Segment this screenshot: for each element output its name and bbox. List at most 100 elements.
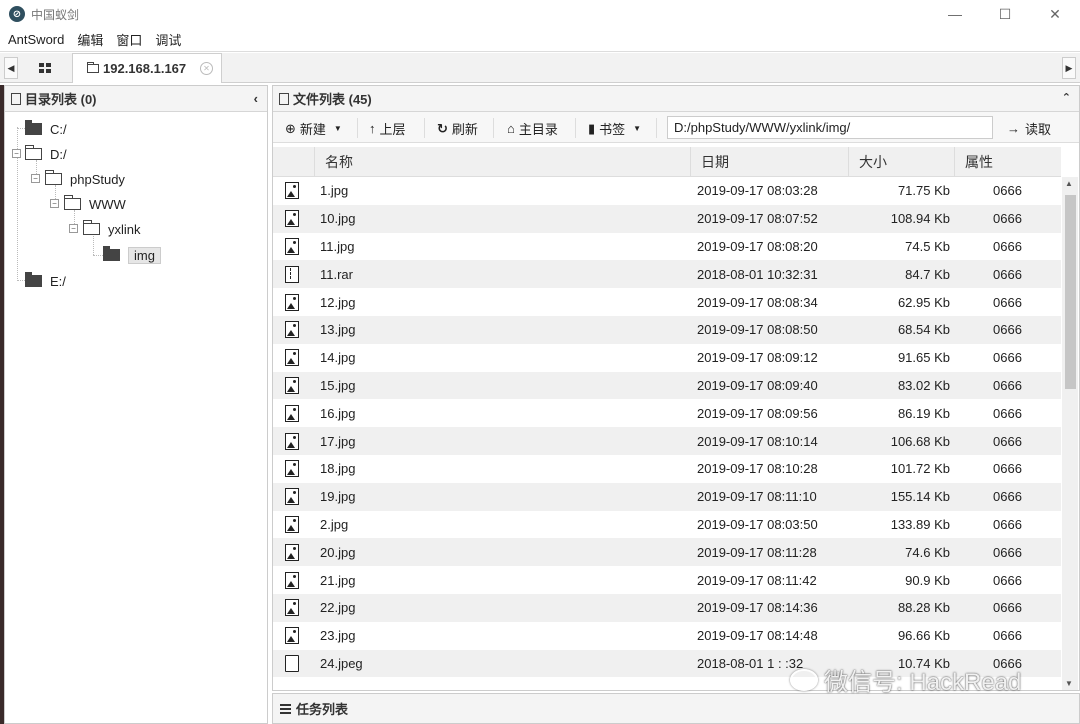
file-type-cell <box>285 538 299 566</box>
file-row[interactable]: 20.jpg 2019-09-17 08:11:28 74.6 Kb 0666 <box>273 538 1061 567</box>
watermark-text: 微信号: HackRead <box>824 669 1022 696</box>
tab-shell-session[interactable]: 192.168.1.167 ✕ <box>72 53 222 83</box>
menu-window[interactable]: 窗口 <box>116 30 142 49</box>
close-button[interactable]: ✕ <box>1030 0 1080 28</box>
image-file-icon <box>285 349 299 367</box>
collapse-node-icon[interactable]: − <box>31 174 40 183</box>
scroll-up-icon[interactable]: ▲ <box>1065 179 1073 188</box>
file-name: 18.jpg <box>320 461 356 477</box>
up-level-button[interactable]: ↑ 上层 <box>369 119 406 138</box>
tab-home[interactable] <box>22 53 68 82</box>
file-row[interactable]: 21.jpg 2019-09-17 08:11:42 90.9 Kb 0666 <box>273 566 1061 594</box>
tree-node-img[interactable]: img <box>103 245 161 265</box>
menu-antsword[interactable]: AntSword <box>8 32 64 47</box>
maximize-button[interactable]: ☐ <box>980 0 1030 28</box>
collapse-left-icon[interactable]: ‹ <box>254 91 258 106</box>
collapse-up-icon[interactable]: ⌃ <box>1062 91 1071 104</box>
file-type-cell <box>285 260 299 288</box>
file-type-cell <box>285 622 299 650</box>
task-list-title: 任务列表 <box>296 702 349 717</box>
vertical-scrollbar[interactable]: ▲ ▼ <box>1062 177 1078 690</box>
file-row[interactable]: 1.jpg 2019-09-17 08:03:28 71.75 Kb 0666 <box>273 177 1061 205</box>
file-type-cell <box>285 566 299 594</box>
tree-node-yxlink[interactable]: yxlink <box>83 219 141 239</box>
file-row[interactable]: 2.jpg 2019-09-17 08:03:50 133.89 Kb 0666 <box>273 511 1061 539</box>
arrow-right-icon: → <box>1007 121 1020 136</box>
tree-node-phpstudy[interactable]: phpStudy <box>45 169 125 189</box>
file-type-cell <box>285 177 299 205</box>
tab-scroll-left-icon[interactable]: ◀ <box>4 57 18 79</box>
tab-close-icon[interactable]: ✕ <box>200 62 213 75</box>
antsword-logo-icon: ⊘ <box>9 6 25 22</box>
read-button[interactable]: → 读取 <box>1007 119 1051 138</box>
page-icon <box>11 92 21 105</box>
file-attr: 0666 <box>993 628 1022 644</box>
file-size: 155.14 Kb <box>890 489 950 505</box>
file-size: 62.95 Kb <box>897 294 950 310</box>
menu-debug[interactable]: 调试 <box>155 30 181 49</box>
file-size: 133.89 Kb <box>890 516 950 532</box>
scroll-down-icon[interactable]: ▼ <box>1065 679 1073 688</box>
file-attr: 0666 <box>993 405 1022 421</box>
tree-node-e-drive[interactable]: E:/ <box>25 271 66 291</box>
file-size: 83.02 Kb <box>897 377 950 393</box>
task-list-panel[interactable]: 任务列表 <box>272 693 1080 724</box>
plus-circle-icon: ⊕ <box>285 120 296 136</box>
file-row[interactable]: 10.jpg 2019-09-17 08:07:52 108.94 Kb 0666 <box>273 204 1061 233</box>
file-row[interactable]: 13.jpg 2019-09-17 08:08:50 68.54 Kb 0666 <box>273 315 1061 344</box>
file-size: 106.68 Kb <box>890 433 950 449</box>
folder-open-icon <box>64 195 81 210</box>
file-grid: 名称 日期 大小 属性 1.jpg 2019-09-17 08:03:28 71.7… <box>273 147 1061 691</box>
file-name: 1.jpg <box>320 183 349 199</box>
column-icon <box>273 147 315 177</box>
collapse-node-icon[interactable]: − <box>12 149 21 158</box>
column-size[interactable]: 大小 <box>849 147 955 177</box>
bookmark-button[interactable]: ▮ 书签 ▼ <box>588 119 641 138</box>
file-attr: 0666 <box>993 266 1022 282</box>
chevron-down-icon: ▼ <box>333 124 342 133</box>
refresh-label: 刷新 <box>451 122 478 137</box>
file-date: 2019-09-17 08:08:20 <box>697 238 818 254</box>
menu-edit[interactable]: 编辑 <box>77 30 103 49</box>
tree-node-www[interactable]: WWW <box>64 194 126 214</box>
tree-node-c-drive[interactable]: C:/ <box>25 119 67 139</box>
path-input[interactable] <box>667 116 993 139</box>
tree-node-d-drive[interactable]: D:/ <box>25 144 67 164</box>
collapse-node-icon[interactable]: − <box>69 224 78 233</box>
file-name: 11.rar <box>320 266 353 282</box>
tree-node-label: yxlink <box>108 221 141 237</box>
chevron-down-icon: ▼ <box>633 124 642 133</box>
image-file-icon <box>285 515 299 533</box>
file-date: 2019-09-17 08:08:50 <box>697 322 818 338</box>
column-name[interactable]: 名称 <box>315 147 691 177</box>
file-date: 2019-09-17 08:11:28 <box>697 544 817 560</box>
file-row[interactable]: 19.jpg 2019-09-17 08:11:10 155.14 Kb 0666 <box>273 482 1061 511</box>
home-dir-button[interactable]: ⌂ 主目录 <box>507 119 558 138</box>
image-file-icon <box>285 488 299 506</box>
tab-scroll-right-icon[interactable]: ▶ <box>1062 57 1076 79</box>
file-type-cell <box>285 427 299 455</box>
minimize-button[interactable]: — <box>930 0 980 28</box>
file-row[interactable]: 11.rar 2018-08-01 10:32:31 84.7 Kb 0666 <box>273 260 1061 289</box>
file-row[interactable]: 14.jpg 2019-09-17 08:09:12 91.65 Kb 0666 <box>273 344 1061 372</box>
file-row[interactable]: 23.jpg 2019-09-17 08:14:48 96.66 Kb 0666 <box>273 622 1061 650</box>
scrollbar-thumb[interactable] <box>1065 195 1076 389</box>
file-row[interactable]: 12.jpg 2019-09-17 08:08:34 62.95 Kb 0666 <box>273 288 1061 316</box>
column-attr[interactable]: 属性 <box>955 147 1061 177</box>
file-row[interactable]: 22.jpg 2019-09-17 08:14:36 88.28 Kb 0666 <box>273 593 1061 622</box>
file-row[interactable]: 18.jpg 2019-09-17 08:10:28 101.72 Kb 0666 <box>273 455 1061 483</box>
file-row[interactable]: 16.jpg 2019-09-17 08:09:56 86.19 Kb 0666 <box>273 399 1061 427</box>
collapse-node-icon[interactable]: − <box>50 199 59 208</box>
new-button[interactable]: ⊕ 新建 ▼ <box>285 119 342 138</box>
file-type-cell <box>285 316 299 344</box>
file-attr: 0666 <box>993 238 1022 254</box>
file-row[interactable]: 11.jpg 2019-09-17 08:08:20 74.5 Kb 0666 <box>273 233 1061 261</box>
file-name: 23.jpg <box>320 628 356 644</box>
file-attr: 0666 <box>993 516 1022 532</box>
file-grid-body: 1.jpg 2019-09-17 08:03:28 71.75 Kb 0666 10.j… <box>273 177 1061 678</box>
refresh-button[interactable]: ↻ 刷新 <box>437 119 478 138</box>
column-date[interactable]: 日期 <box>691 147 849 177</box>
file-row[interactable]: 17.jpg 2019-09-17 08:10:14 106.68 Kb 0666 <box>273 427 1061 455</box>
file-row[interactable]: 15.jpg 2019-09-17 08:09:40 83.02 Kb 0666 <box>273 371 1061 400</box>
watermark: 微信号: HackRead <box>790 662 1021 697</box>
